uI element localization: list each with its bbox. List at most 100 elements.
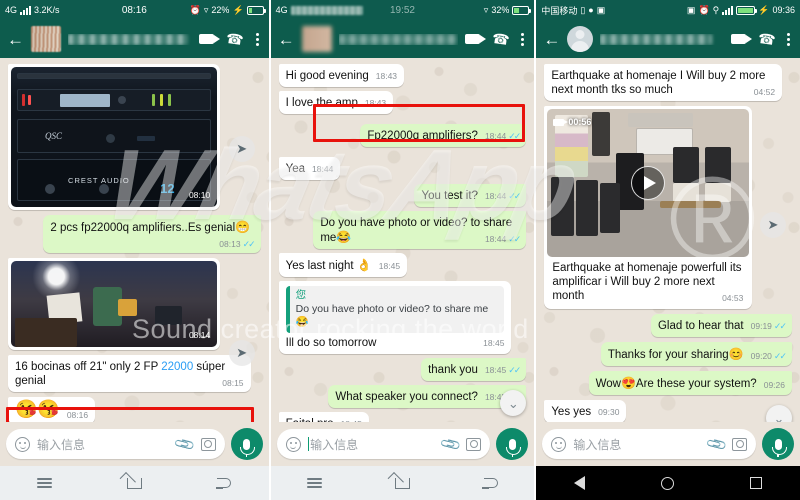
phone-call-icon[interactable]: ☎ [225, 29, 245, 48]
read-receipt-icon: ✓✓ [508, 191, 521, 201]
text-message[interactable]: What speaker you connect? 18:45✓✓ [328, 385, 527, 408]
home-icon[interactable] [127, 477, 143, 489]
emoji-icon[interactable] [551, 436, 567, 452]
message-input-placeholder[interactable]: 输入信息 [37, 436, 169, 453]
contact-name-1[interactable] [68, 33, 192, 45]
message-input-placeholder[interactable]: 输入信息 [307, 436, 435, 453]
forward-icon[interactable]: ➤ [228, 136, 255, 162]
contact-name-3[interactable] [600, 33, 723, 45]
message-text: Earthquake at homenaje I Will buy 2 more… [551, 70, 766, 96]
home-circle-icon[interactable] [661, 476, 675, 490]
play-icon[interactable] [631, 166, 666, 200]
photo-message[interactable]: 08:14 [8, 258, 221, 350]
emoji: 😁 [235, 220, 251, 234]
recents-square-icon[interactable] [750, 477, 763, 489]
back-arrow-icon[interactable]: ← [543, 31, 560, 48]
message-row: thank you 18:45 ✓✓ [279, 358, 527, 381]
video-call-icon[interactable] [464, 34, 486, 44]
message-time: 09:30 [598, 407, 620, 417]
text-message[interactable]: Glad to hear that 09:19 ✓✓ [650, 314, 792, 337]
camera-icon[interactable] [732, 437, 747, 451]
text-message[interactable]: 2 pcs fp22000q amplifiers..Es genial😁 08… [43, 215, 261, 253]
video-call-icon[interactable] [730, 34, 752, 44]
contact-name-2[interactable] [338, 33, 458, 45]
menu-icon[interactable] [307, 478, 323, 488]
text-message[interactable]: Do you have photo or video? to share me😂… [313, 211, 527, 249]
attachment-clip-icon[interactable]: 📎 [704, 432, 728, 456]
forward-icon[interactable]: ➤ [760, 212, 786, 238]
menu-icon[interactable] [37, 478, 53, 488]
message-time: 08:16 [66, 410, 89, 420]
text-message-highlighted[interactable]: Fp22000q amplifiers? 18:44 ✓✓ [360, 124, 527, 147]
avatar[interactable] [567, 26, 594, 52]
network-type-label: 4G [275, 5, 288, 15]
chat-body-2[interactable]: Hi good evening 18:43 I love the amp 18:… [270, 58, 535, 422]
quoted-message[interactable]: 您 Do you have photo or video? to share m… [285, 286, 505, 333]
message-text: Glad to hear that [657, 320, 744, 332]
chat-body-3[interactable]: Earthquake at homenaje I Will buy 2 more… [536, 58, 800, 422]
avatar[interactable] [301, 26, 332, 52]
microphone-icon[interactable] [762, 428, 794, 460]
reply-message[interactable]: 您 Do you have photo or video? to share m… [278, 281, 512, 354]
network-speed-label: 3.2K/s [34, 5, 60, 15]
alarm-icon: ⏰ [698, 4, 710, 15]
overflow-menu-icon[interactable] [255, 32, 259, 46]
read-receipt-icon: ✓✓ [242, 239, 256, 249]
back-arrow-icon[interactable]: ← [7, 31, 24, 48]
message-row: Yes last night 👌 18:45 [278, 253, 527, 277]
text-message[interactable]: Thanks for your sharing😊 09:20 ✓✓ [600, 342, 792, 366]
emoji-icon[interactable] [285, 436, 301, 452]
text-message-highlighted[interactable]: 16 bocinas off 21" only 2 FP 22000 súper… [8, 355, 251, 392]
crowd-event-photo[interactable]: 08:14 [11, 261, 218, 347]
message-link[interactable]: 22000 [161, 361, 193, 373]
text-message[interactable]: You test it? 18:44 ✓✓ [414, 184, 527, 207]
microphone-icon[interactable] [230, 428, 263, 460]
video-message[interactable]: 00:56 Earthquake at homenaje powerfull i… [544, 106, 753, 309]
message-row: Glad to hear that 09:19 ✓✓ [544, 314, 792, 337]
overflow-menu-icon[interactable] [521, 32, 525, 46]
text-message[interactable]: Yes yes 09:30 [544, 400, 627, 422]
home-icon[interactable] [395, 477, 411, 489]
three-panel-whatsapp-screenshots: 4G 3.2K/s 08:16 ⏰ ▿ 22% ⚡ ← ☎ QSC CREST … [0, 0, 800, 500]
text-message[interactable]: Wow😍Are these your system? 09:26 [588, 371, 792, 395]
avatar[interactable] [31, 26, 61, 52]
amplifier-rack-photo[interactable]: QSC CREST AUDIO 12 08:10 [11, 67, 218, 207]
message-row: 您 Do you have photo or video? to share m… [278, 281, 527, 354]
message-text: 2 pcs fp22000q amplifiers..Es genial [50, 222, 236, 234]
camera-icon[interactable] [200, 437, 216, 451]
speaker-stacks-video[interactable]: 00:56 [547, 109, 750, 257]
attachment-clip-icon[interactable]: 📎 [173, 432, 197, 456]
text-message[interactable]: Faital pro 18:45 [278, 412, 369, 422]
message-input-placeholder[interactable]: 输入信息 [573, 436, 700, 453]
text-message[interactable]: Yea 18:44 [278, 157, 341, 180]
message-input-pill[interactable]: 输入信息 📎 [542, 429, 756, 459]
text-message[interactable]: Earthquake at homenaje I Will buy 2 more… [544, 64, 783, 101]
emoji-message[interactable]: 😘😘 08:16 [8, 397, 96, 422]
app-icon: ▣ [596, 4, 606, 15]
text-message[interactable]: thank you 18:45 ✓✓ [421, 358, 527, 381]
photo-message[interactable]: QSC CREST AUDIO 12 08:10 [8, 64, 221, 210]
attachment-clip-icon[interactable]: 📎 [439, 432, 463, 456]
message-input-pill[interactable]: 输入信息 📎 [6, 429, 225, 459]
text-message[interactable]: Hi good evening 18:43 [278, 64, 405, 87]
back-triangle-icon[interactable] [574, 476, 586, 490]
message-time: 18:44 [484, 234, 507, 244]
forward-icon[interactable]: ➤ [228, 340, 255, 366]
video-call-icon[interactable] [199, 34, 221, 44]
back-icon[interactable] [215, 478, 232, 489]
back-arrow-icon[interactable]: ← [278, 31, 295, 48]
battery-percent-label: 32% [491, 5, 510, 15]
camera-icon[interactable] [466, 437, 482, 451]
emoji-icon[interactable] [15, 436, 30, 452]
overflow-menu-icon[interactable] [787, 32, 790, 46]
text-message[interactable]: I love the amp 18:43 [278, 91, 394, 114]
phone-call-icon[interactable]: ☎ [491, 29, 511, 48]
text-message[interactable]: Yes last night 👌 18:45 [278, 253, 408, 277]
message-input-pill[interactable]: 输入信息 📎 [276, 429, 491, 459]
message-time: 18:44 [312, 164, 334, 174]
phone-call-icon[interactable]: ☎ [756, 29, 777, 48]
back-icon[interactable] [482, 478, 498, 489]
chat-header-2: ← ☎ [270, 20, 535, 58]
microphone-icon[interactable] [496, 428, 529, 460]
chat-body-1[interactable]: QSC CREST AUDIO 12 08:10 ➤ 2 pcs fp22000… [0, 58, 269, 422]
